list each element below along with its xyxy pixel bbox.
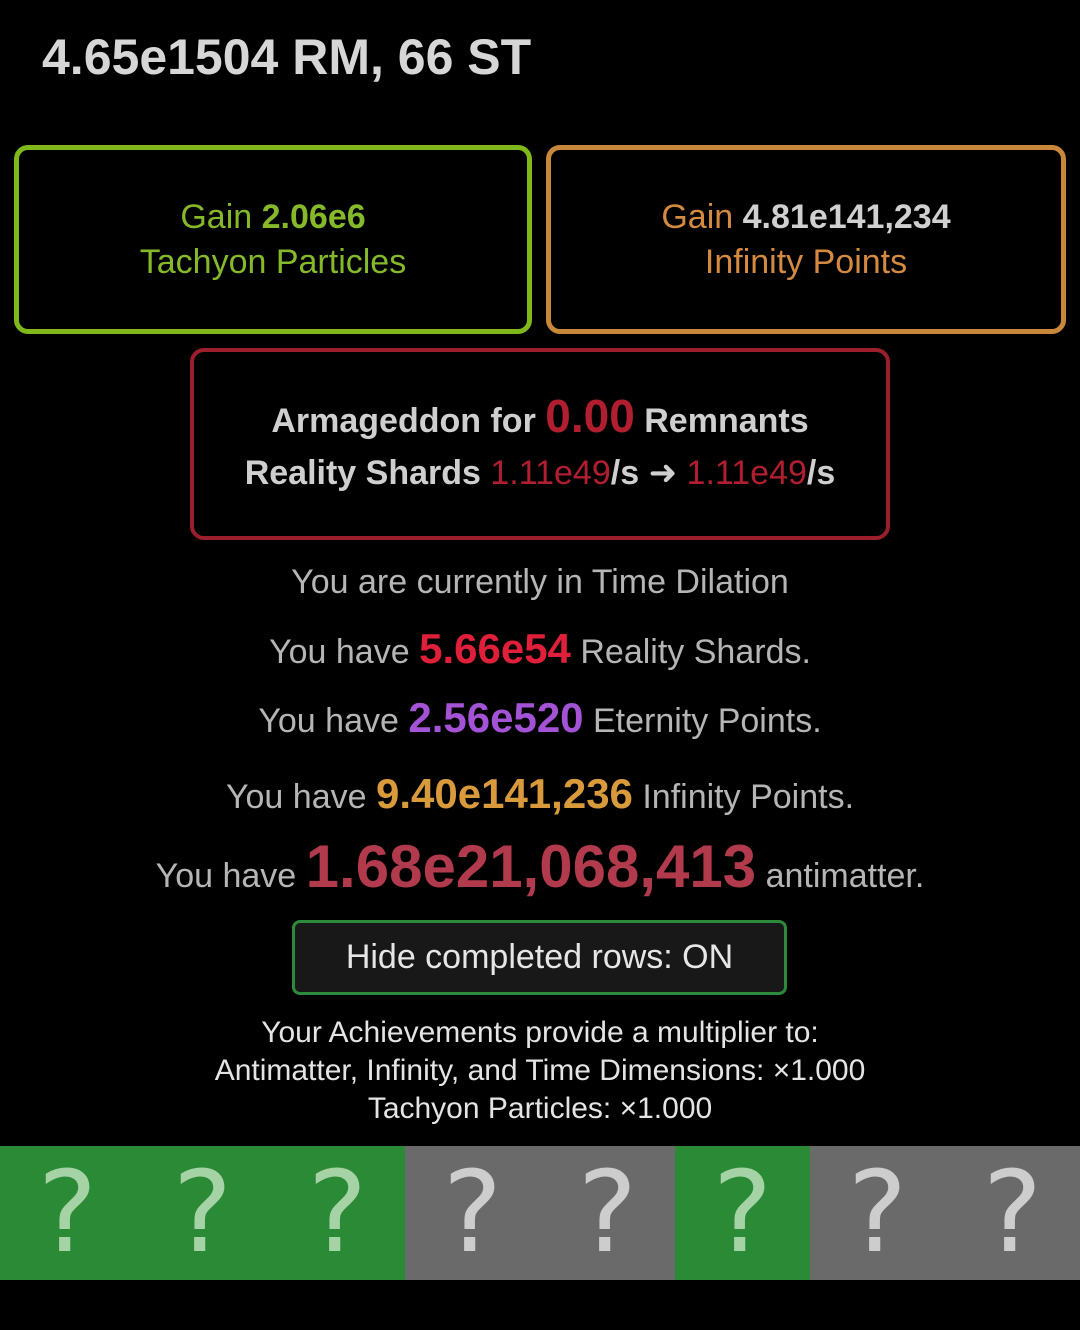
amount-prefix: You have (258, 702, 399, 740)
antimatter-value: 1.68e21,068,413 (305, 833, 757, 900)
infinity-gain-label: Infinity Points (704, 242, 908, 281)
achievement-cell[interactable]: ? (270, 1146, 405, 1280)
amount-prefix: You have (269, 633, 410, 671)
dimensions-multiplier: Antimatter, Infinity, and Time Dimension… (214, 1054, 866, 1087)
achievement-cell[interactable]: ? (675, 1146, 810, 1280)
gain-infinity-points-button[interactable]: Gain 4.81e141,234 Infinity Points (546, 145, 1066, 334)
question-mark-icon: ? (37, 1148, 98, 1278)
arrow-right-icon: ➜ (648, 453, 678, 492)
reality-shards-rate-from: 1.11e49 (490, 453, 611, 492)
armageddon-remnants-value: 0.00 (545, 389, 635, 442)
question-mark-icon: ? (577, 1148, 638, 1278)
reality-shards-amount: You have 5.66e54 Reality Shards. (0, 625, 1080, 673)
armageddon-suffix: Remnants (644, 401, 809, 440)
hide-completed-rows-toggle[interactable]: Hide completed rows: ON (292, 920, 787, 995)
question-mark-icon: ? (307, 1148, 368, 1278)
reality-shards-rate-line: Reality Shards 1.11e49/s ➜ 1.11e49/s (245, 447, 836, 499)
amount-suffix: Infinity Points. (642, 778, 855, 816)
armageddon-button[interactable]: Armageddon for 0.00 Remnants Reality Sha… (190, 348, 890, 540)
tachyon-gain-label: Tachyon Particles (139, 242, 407, 281)
per-second-unit: /s (610, 453, 640, 492)
achievement-multiplier-heading: Your Achievements provide a multiplier t… (261, 1016, 819, 1049)
infinity-gain-line: Gain 4.81e141,234 (661, 195, 950, 240)
infinity-gain-value: 4.81e141,234 (742, 197, 951, 236)
tachyon-multiplier: Tachyon Particles: ×1.000 (367, 1092, 713, 1125)
amount-suffix: antimatter. (765, 857, 925, 895)
resource-summary: 4.65e1504 RM, 66 ST (42, 29, 532, 85)
per-second-unit: /s (806, 453, 836, 492)
infinity-gain-prefix: Gain (661, 197, 734, 236)
reality-shards-rate-to: 1.11e49 (686, 453, 807, 492)
question-mark-icon: ? (172, 1148, 233, 1278)
eternity-points-value: 2.56e520 (408, 694, 584, 741)
infinity-points-value: 9.40e141,236 (375, 770, 633, 817)
question-mark-icon: ? (982, 1148, 1043, 1278)
armageddon-prefix: Armageddon for (271, 401, 536, 440)
achievement-cell[interactable]: ? (0, 1146, 135, 1280)
antimatter-amount: You have 1.68e21,068,413 antimatter. (0, 832, 1080, 901)
reality-shards-value: 5.66e54 (419, 625, 571, 672)
armageddon-line: Armageddon for 0.00 Remnants (271, 390, 808, 447)
amount-suffix: Eternity Points. (593, 702, 822, 740)
achievement-row: ? ? ? ? ? ? ? ? (0, 1146, 1080, 1280)
achievement-cell[interactable]: ? (405, 1146, 540, 1280)
achievement-cell[interactable]: ? (540, 1146, 675, 1280)
tachyon-gain-line: Gain 2.06e6 (180, 195, 365, 240)
eternity-points-amount: You have 2.56e520 Eternity Points. (0, 694, 1080, 742)
gain-tachyon-particles-button[interactable]: Gain 2.06e6 Tachyon Particles (14, 145, 532, 334)
amount-suffix: Reality Shards. (580, 633, 811, 671)
reality-shards-rate-label: Reality Shards (244, 453, 481, 492)
achievement-cell[interactable]: ? (135, 1146, 270, 1280)
tachyon-gain-value: 2.06e6 (261, 197, 366, 236)
question-mark-icon: ? (442, 1148, 503, 1278)
tachyon-gain-prefix: Gain (180, 197, 253, 236)
question-mark-icon: ? (847, 1148, 908, 1278)
amount-prefix: You have (155, 857, 297, 895)
question-mark-icon: ? (712, 1148, 773, 1278)
infinity-points-amount: You have 9.40e141,236 Infinity Points. (0, 770, 1080, 818)
time-dilation-status: You are currently in Time Dilation (291, 563, 789, 601)
achievement-cell[interactable]: ? (810, 1146, 945, 1280)
amount-prefix: You have (225, 778, 367, 816)
achievement-multiplier-info: Your Achievements provide a multiplier t… (0, 1014, 1080, 1128)
achievement-cell[interactable]: ? (945, 1146, 1080, 1280)
